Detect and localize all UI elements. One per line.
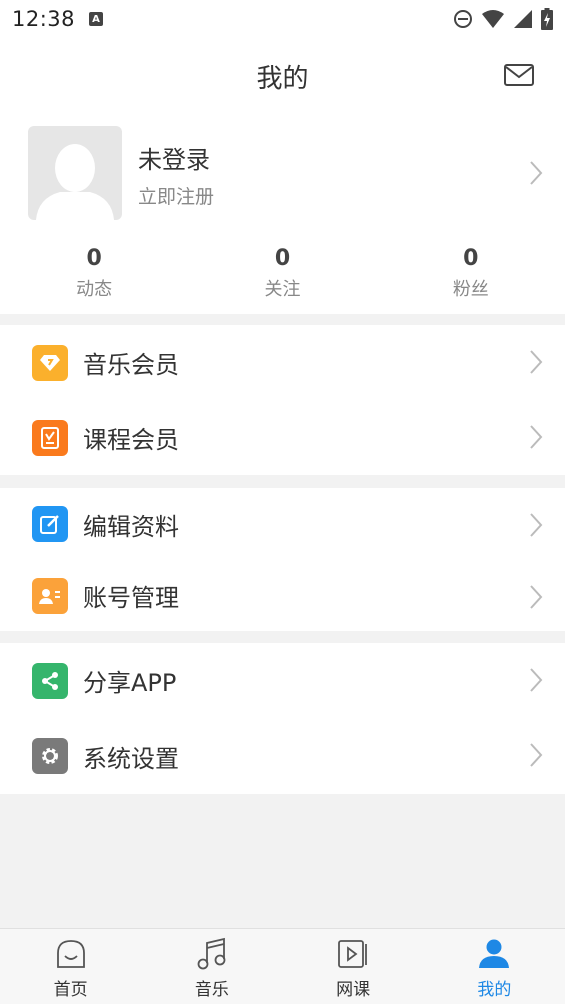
bottom-tab-bar: 首页 音乐 网课 我的 (0, 928, 565, 1004)
menu-group-membership: 音乐会员 课程会员 (0, 325, 565, 475)
chevron-right-icon (530, 425, 543, 449)
menu-label: 编辑资料 (83, 512, 179, 541)
avatar[interactable] (28, 126, 122, 220)
stat-label: 动态 (76, 279, 113, 300)
battery-icon (541, 8, 553, 30)
menu-item-settings[interactable]: 系统设置 (0, 718, 565, 794)
home-icon (56, 940, 85, 968)
gear-icon (32, 738, 68, 774)
profile-name: 未登录 (138, 146, 210, 174)
top-header: 我的 (0, 38, 565, 114)
chevron-right-icon (530, 668, 543, 692)
profile-card[interactable]: 未登录 立即注册 (0, 114, 565, 234)
tab-online-course[interactable]: 网课 (283, 929, 424, 1004)
tab-label: 音乐 (194, 980, 229, 1000)
chevron-right-icon (530, 585, 543, 609)
stat-value: 0 (86, 246, 102, 271)
tab-label: 我的 (477, 980, 512, 1000)
chevron-right-icon (530, 743, 543, 767)
menu-label: 分享APP (83, 669, 177, 697)
person-icon (479, 939, 510, 968)
music-note-icon (197, 937, 226, 970)
tab-home[interactable]: 首页 (0, 929, 141, 1004)
do-not-disturb-icon (454, 10, 472, 28)
chevron-right-icon (530, 161, 543, 185)
menu-label: 音乐会员 (83, 351, 179, 379)
status-bar: 12:38 A (0, 0, 565, 38)
diamond-icon (32, 344, 68, 381)
stat-label: 粉丝 (452, 279, 489, 300)
menu-item-share-app[interactable]: 分享APP (0, 643, 565, 718)
account-card-icon (32, 577, 68, 614)
tab-mine[interactable]: 我的 (424, 929, 565, 1004)
menu-item-course-vip[interactable]: 课程会员 (0, 400, 565, 475)
tab-label: 首页 (53, 980, 88, 1000)
stats-row: 0 动态 0 关注 0 粉丝 (0, 234, 565, 314)
notification-a-icon: A (89, 12, 104, 26)
stat-fans[interactable]: 0 粉丝 (377, 234, 565, 314)
stat-value: 0 (274, 246, 291, 271)
menu-label: 账号管理 (83, 584, 179, 612)
stat-following[interactable]: 0 关注 (188, 234, 376, 314)
share-icon (32, 662, 68, 699)
cell-signal-icon (514, 10, 532, 28)
register-link[interactable]: 立即注册 (138, 182, 214, 209)
stat-label: 关注 (264, 279, 301, 300)
menu-group-app: 分享APP 系统设置 (0, 643, 565, 794)
chevron-right-icon (530, 350, 543, 374)
menu-item-account-management[interactable]: 账号管理 (0, 560, 565, 631)
course-icon (32, 419, 68, 456)
menu-label: 系统设置 (83, 744, 179, 773)
stat-value: 0 (463, 246, 479, 271)
menu-item-music-vip[interactable]: 音乐会员 (0, 325, 565, 400)
wifi-icon (482, 10, 504, 28)
stat-posts[interactable]: 0 动态 (0, 234, 188, 314)
tab-label: 网课 (336, 980, 371, 1000)
edit-icon (32, 506, 68, 542)
status-time: 12:38 (12, 7, 76, 31)
chevron-right-icon (530, 513, 543, 537)
menu-item-edit-profile[interactable]: 编辑资料 (0, 488, 565, 560)
tab-music[interactable]: 音乐 (141, 929, 282, 1004)
menu-label: 课程会员 (83, 426, 179, 454)
mail-icon[interactable] (503, 62, 535, 88)
video-course-icon (338, 940, 368, 968)
page-title: 我的 (256, 63, 309, 94)
menu-group-account: 编辑资料 账号管理 (0, 488, 565, 631)
default-avatar-icon (36, 144, 114, 220)
